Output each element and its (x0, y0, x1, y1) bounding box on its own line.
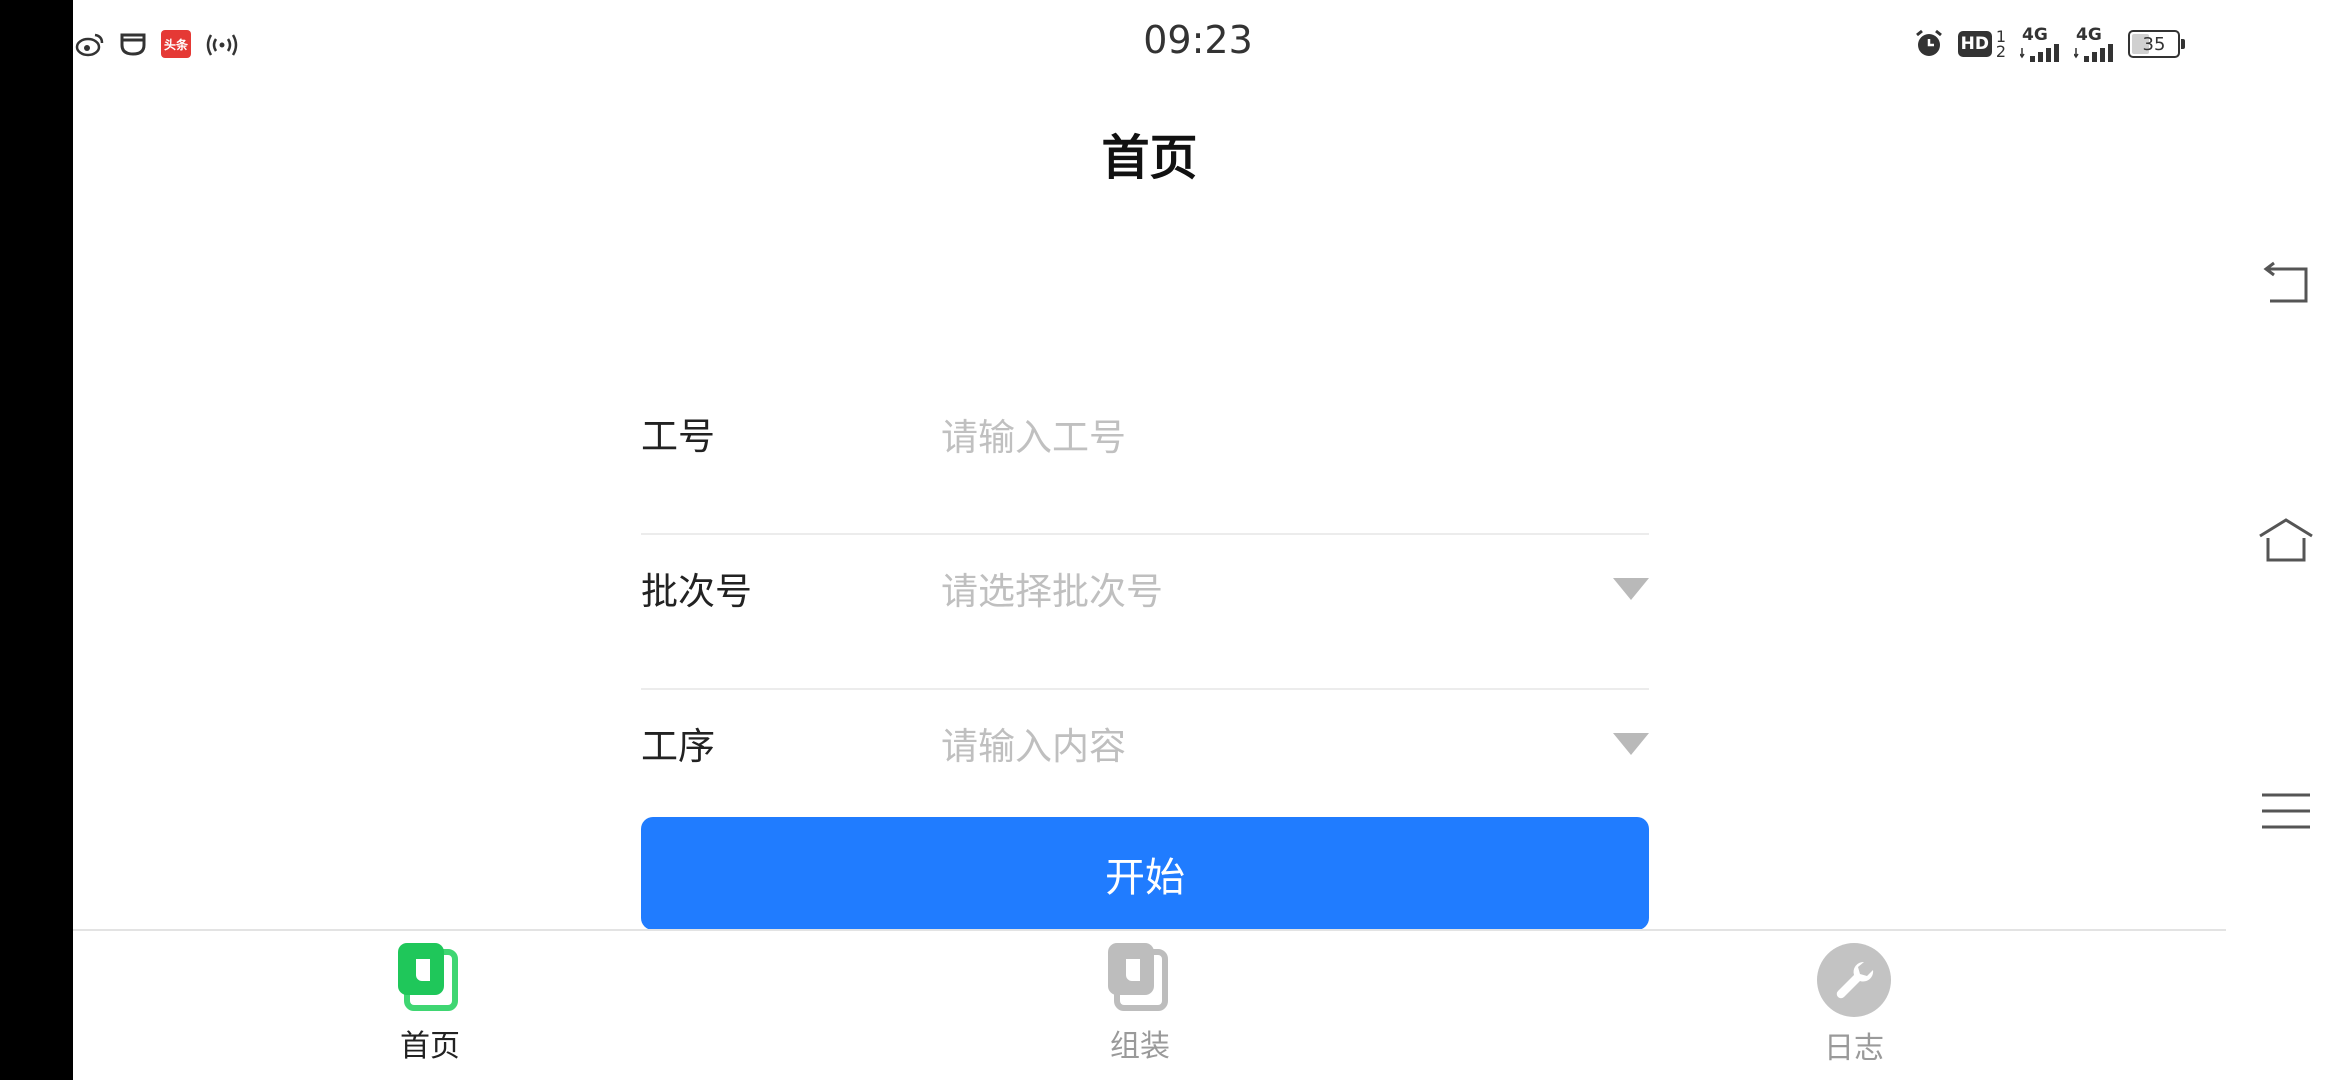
left-black-bar (0, 0, 73, 1080)
app-screen: 头条 09:23 HD 1 2 4G 4G 35 首页 工号 请输入工号 批次号… (73, 0, 2226, 1082)
app-icon (120, 33, 146, 56)
employee-id-row: 工号 (641, 380, 1649, 535)
batch-number-select[interactable]: 请选择批次号 (941, 535, 1591, 649)
employee-id-input[interactable] (941, 380, 1591, 494)
network-1: 4G (2020, 24, 2060, 62)
weibo-icon (75, 33, 104, 57)
network-2-label: 4G (2076, 24, 2102, 45)
tab-home[interactable]: 首页 (330, 943, 530, 1065)
toutiao-icon: 头条 (161, 30, 191, 58)
status-time: 09:23 (1143, 18, 1253, 62)
status-left-icons: 头条 (75, 26, 239, 62)
tab-log[interactable]: 日志 (1754, 943, 1954, 1067)
system-nav-rail (2226, 0, 2340, 1080)
tab-assembly[interactable]: 组装 (1040, 943, 1240, 1065)
batch-number-row[interactable]: 批次号 请选择批次号 (641, 535, 1649, 690)
document-icon (1108, 943, 1172, 1015)
network-1-label: 4G (2022, 24, 2048, 45)
dropdown-arrow-icon[interactable] (1613, 733, 1649, 755)
hotspot-icon (206, 34, 238, 56)
tab-home-label: 首页 (400, 1029, 460, 1064)
alarm-icon (1915, 29, 1942, 56)
back-icon[interactable] (2256, 255, 2316, 315)
battery-icon: 35 (2128, 30, 2185, 58)
network-2: 4G (2074, 24, 2114, 62)
process-select[interactable]: 请输入内容 (941, 690, 1591, 804)
status-bar: 头条 09:23 HD 1 2 4G 4G 35 (73, 0, 2226, 90)
process-label: 工序 (641, 725, 715, 768)
hd-sim-labels: 1 2 (1995, 29, 2006, 61)
signal-icon (2074, 43, 2113, 62)
document-icon (398, 943, 462, 1015)
login-form: 工号 批次号 请选择批次号 工序 请输入内容 (641, 380, 1649, 830)
signal-icon (2020, 43, 2059, 62)
battery-level-text: 35 (2142, 33, 2166, 55)
page-title: 首页 (1101, 130, 1198, 186)
start-button[interactable]: 开始 (641, 817, 1649, 930)
menu-icon[interactable] (2256, 783, 2316, 843)
employee-id-label: 工号 (641, 415, 715, 458)
hd-sim-2: 2 (1995, 42, 2006, 61)
tab-log-label: 日志 (1824, 1031, 1884, 1066)
employee-id-field-wrap (941, 380, 1591, 494)
bottom-tab-bar: 首页 组装 日志 (73, 929, 2226, 1082)
home-icon[interactable] (2256, 510, 2316, 570)
batch-number-label: 批次号 (641, 570, 752, 613)
status-right-icons: HD 1 2 4G 4G 35 (1914, 24, 2185, 64)
wrench-icon (1817, 943, 1891, 1017)
hd-icon: HD (1957, 31, 1992, 57)
dropdown-arrow-icon[interactable] (1613, 578, 1649, 600)
tab-assembly-label: 组装 (1110, 1029, 1170, 1064)
process-row[interactable]: 工序 请输入内容 (641, 690, 1649, 830)
